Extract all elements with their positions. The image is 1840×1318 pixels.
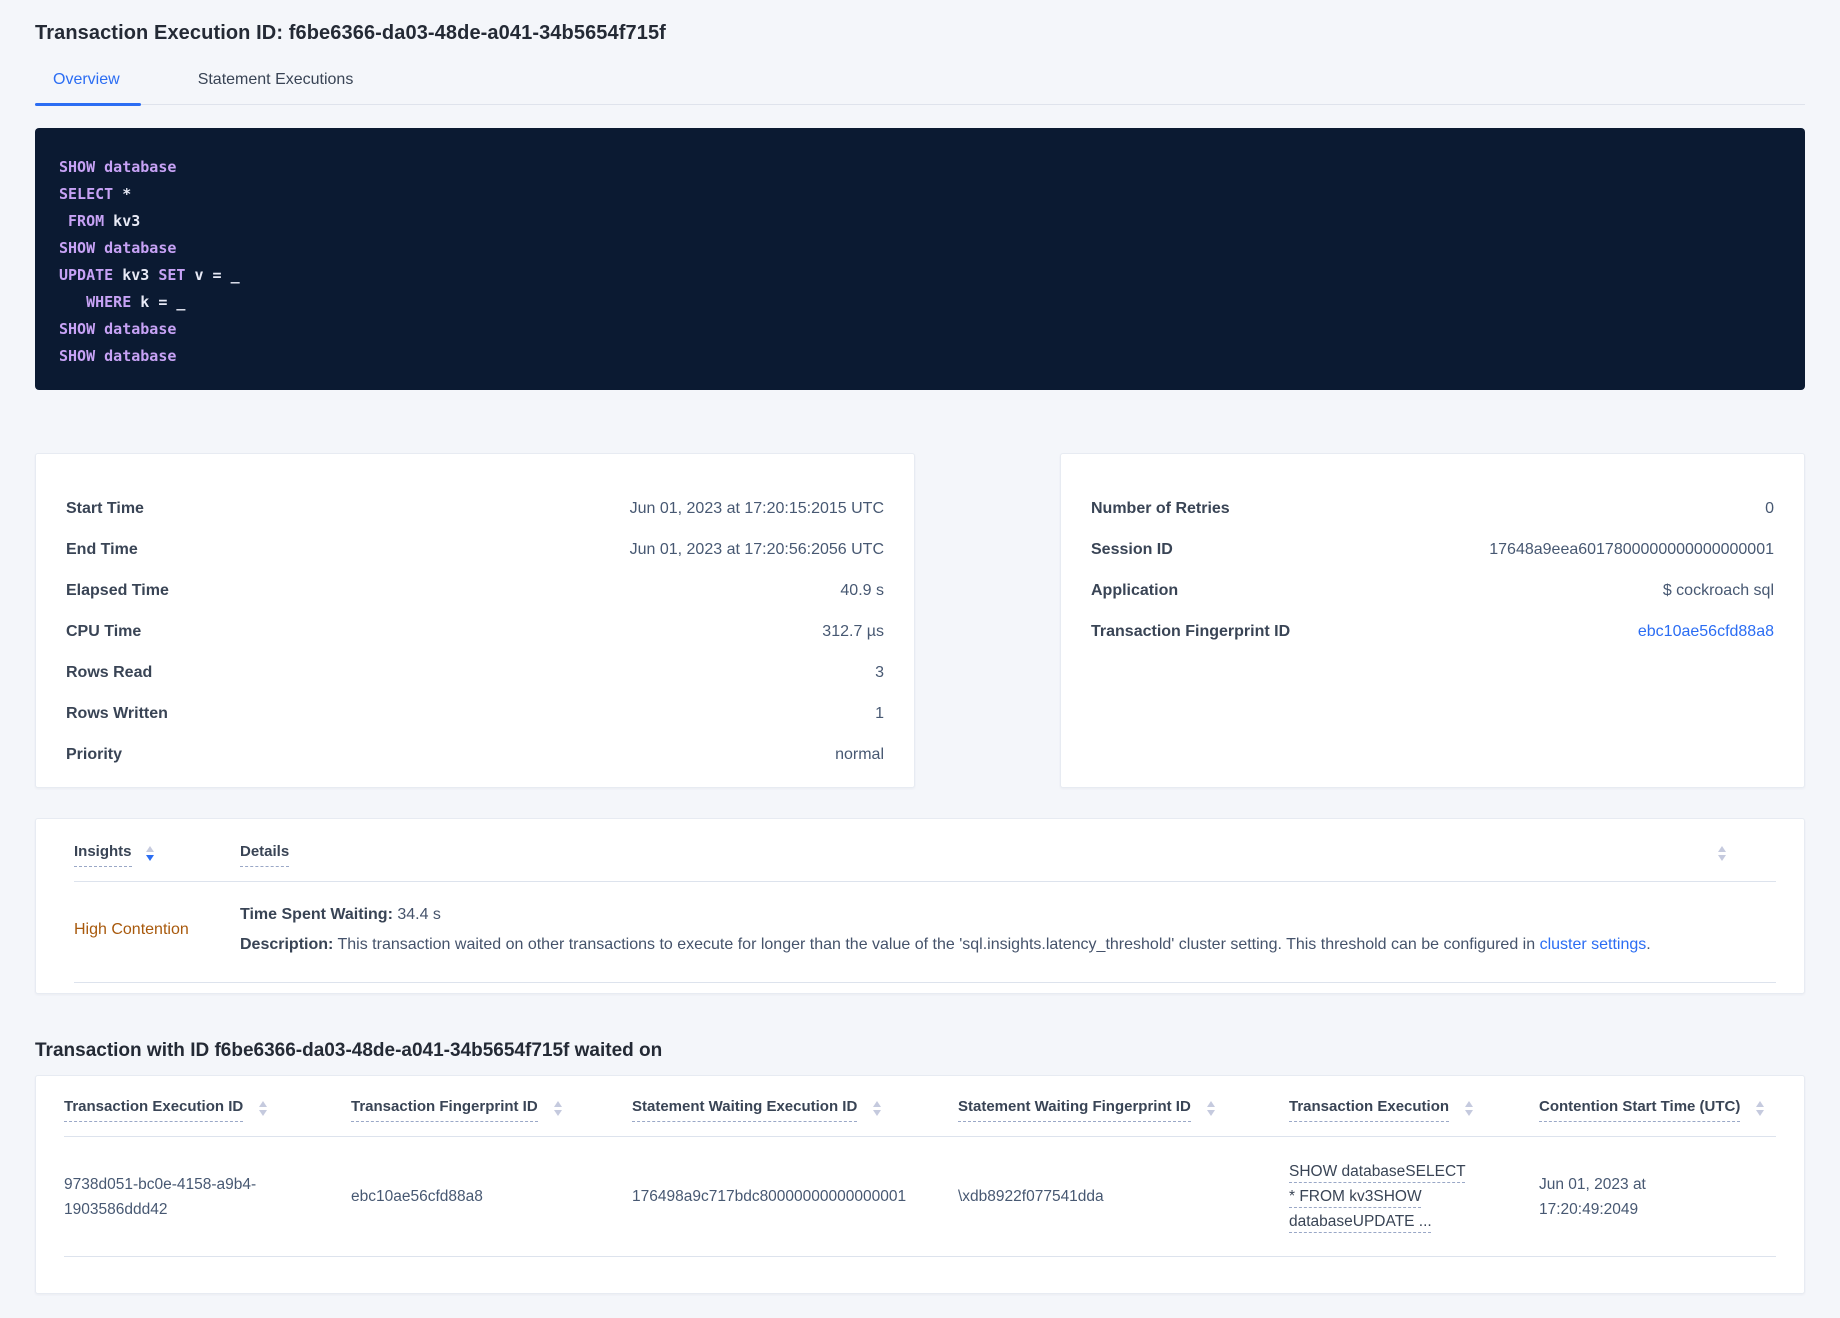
column-header-label[interactable]: Transaction Fingerprint ID <box>351 1098 538 1122</box>
cell-transaction-execution-id: 9738d051-bc0e-4158-a9b4-1903586ddd42 <box>64 1175 257 1218</box>
field-label: Number of Retries <box>1091 500 1230 517</box>
waited-on-table-header: Transaction Execution ID Transaction Fing… <box>64 1098 1776 1137</box>
column-header-label[interactable]: Statement Waiting Execution ID <box>632 1098 858 1122</box>
transaction-details-page: Transaction Execution ID: f6be6366-da03-… <box>0 0 1840 1294</box>
column-header-label[interactable]: Statement Waiting Fingerprint ID <box>958 1098 1191 1122</box>
table-column-header: Statement Waiting Fingerprint ID <box>958 1098 1289 1122</box>
cluster-settings-link[interactable]: cluster settings <box>1540 936 1647 953</box>
column-header-label[interactable]: Transaction Execution <box>1289 1098 1450 1122</box>
field-value: $ cockroach sql <box>1662 582 1774 599</box>
sort-icon[interactable] <box>145 846 154 861</box>
table-column-header: Transaction Fingerprint ID <box>351 1098 632 1122</box>
field-value: Jun 01, 2023 at 17:20:56:2056 UTC <box>629 541 884 558</box>
field-value: 312.7 µs <box>822 623 884 640</box>
summary-row: Session ID 17648a9eea60178000000000000000… <box>1091 537 1774 562</box>
page-title: Transaction Execution ID: f6be6366-da03-… <box>35 22 666 44</box>
summary-row: Start Time Jun 01, 2023 at 17:20:15:2015 … <box>66 496 884 521</box>
summary-row: Transaction Fingerprint ID ebc10ae56cfd88… <box>1091 619 1774 644</box>
table-column-header: Transaction Execution ID <box>64 1098 351 1122</box>
sql-line: UPDATE kv3 SET v = _ <box>59 266 240 284</box>
summary-cards: Start Time Jun 01, 2023 at 17:20:15:2015 … <box>35 453 1805 788</box>
insights-table-header: Insights Details <box>74 843 1776 882</box>
sql-line: SHOW database <box>59 158 177 176</box>
field-value: 40.9 s <box>840 582 884 599</box>
time-spent-waiting-line: Time Spent Waiting: 34.4 s <box>240 902 1776 928</box>
cell-transaction-fingerprint-id: ebc10ae56cfd88a8 <box>351 1188 483 1205</box>
transaction-execution-link[interactable]: SHOW databaseSELECT * FROM kv3SHOW datab… <box>1289 1163 1466 1230</box>
field-label: Application <box>1091 582 1179 599</box>
table-row: 9738d051-bc0e-4158-a9b4-1903586ddd42 ebc… <box>64 1137 1776 1257</box>
description-label: Description: <box>240 936 334 953</box>
table-column-header: Transaction Execution <box>1289 1098 1539 1122</box>
summary-row: End Time Jun 01, 2023 at 17:20:56:2056 UT… <box>66 537 884 562</box>
summary-row: Priority normal <box>66 742 884 767</box>
sort-icon[interactable] <box>1756 1101 1765 1116</box>
field-label: Session ID <box>1091 541 1173 558</box>
field-label: End Time <box>66 541 138 558</box>
sql-line: SHOW database <box>59 347 177 365</box>
field-label: Priority <box>66 746 123 763</box>
field-value: normal <box>835 746 884 763</box>
field-label: Start Time <box>66 500 144 517</box>
details-column-header[interactable]: Details <box>240 843 290 867</box>
waited-on-table-card: Transaction Execution ID Transaction Fing… <box>35 1075 1805 1294</box>
summary-row: CPU Time 312.7 µs <box>66 619 884 644</box>
time-spent-waiting-value: 34.4 s <box>392 906 441 923</box>
sort-icon[interactable] <box>1718 846 1726 861</box>
tab-statement-executions[interactable]: Statement Executions <box>177 71 375 104</box>
table-column-header: Statement Waiting Execution ID <box>632 1098 958 1122</box>
field-value: 17648a9eea6017800000000000000001 <box>1489 541 1774 558</box>
summary-row: Number of Retries 0 <box>1091 496 1774 521</box>
sort-icon[interactable] <box>1206 1101 1215 1116</box>
summary-row: Application $ cockroach sql <box>1091 578 1774 603</box>
sort-icon[interactable] <box>259 1101 268 1116</box>
tab-bar: Overview Statement Executions <box>35 71 1805 106</box>
column-header-label[interactable]: Transaction Execution ID <box>64 1098 244 1122</box>
cell-transaction-execution: SHOW databaseSELECT * FROM kv3SHOW datab… <box>1289 1159 1539 1234</box>
field-value: Jun 01, 2023 at 17:20:15:2015 UTC <box>629 500 884 517</box>
sort-icon[interactable] <box>553 1101 562 1116</box>
session-summary-card: Number of Retries 0 Session ID 17648a9eea60… <box>1060 453 1805 788</box>
field-label: Rows Written <box>66 705 168 722</box>
execution-summary-card: Start Time Jun 01, 2023 at 17:20:15:2015 … <box>35 453 915 788</box>
sql-line: WHERE k = _ <box>86 293 186 311</box>
field-value: 0 <box>1765 500 1774 517</box>
insight-description-line: Description: This transaction waited on … <box>240 932 1776 958</box>
summary-row: Elapsed Time 40.9 s <box>66 578 884 603</box>
field-value: 1 <box>875 705 884 722</box>
field-value: 3 <box>875 664 884 681</box>
column-header-label[interactable]: Contention Start Time (UTC) <box>1539 1098 1741 1122</box>
sql-statements-box: SHOW database SELECT * FROM kv3 SHOW datab… <box>35 128 1805 390</box>
transaction-fingerprint-link[interactable]: ebc10ae56cfd88a8 <box>1638 619 1774 644</box>
time-spent-waiting-label: Time Spent Waiting: <box>240 906 393 923</box>
description-suffix: . <box>1646 936 1651 953</box>
insight-name-badge: High Contention <box>74 921 189 938</box>
sql-line: SHOW database <box>59 320 177 338</box>
summary-row: Rows Written 1 <box>66 701 884 726</box>
insights-table-card: Insights Details High Contention Time Sp… <box>35 818 1805 994</box>
field-label: Rows Read <box>66 664 153 681</box>
sql-line: SHOW database <box>59 239 177 257</box>
sort-icon[interactable] <box>873 1101 882 1116</box>
field-label: Elapsed Time <box>66 582 169 599</box>
description-text: This transaction waited on other transac… <box>333 936 1540 953</box>
sort-icon[interactable] <box>1465 1101 1474 1116</box>
insight-row: High Contention Time Spent Waiting: 34.4… <box>74 882 1776 983</box>
cell-contention-start-time: Jun 01, 2023 at 17:20:49:2049 <box>1539 1175 1646 1218</box>
cell-statement-waiting-execution-id: 176498a9c717bdc80000000000000001 <box>632 1188 907 1205</box>
field-label: CPU Time <box>66 623 142 640</box>
sql-line: FROM kv3 <box>68 212 141 230</box>
tab-overview[interactable]: Overview <box>35 71 141 106</box>
cell-statement-waiting-fingerprint-id: \xdb8922f077541dda <box>958 1188 1104 1205</box>
table-column-header: Contention Start Time (UTC) <box>1539 1098 1776 1122</box>
field-label: Transaction Fingerprint ID <box>1091 623 1291 640</box>
insights-column-header[interactable]: Insights <box>74 843 132 867</box>
waited-on-heading: Transaction with ID f6be6366-da03-48de-a… <box>35 1040 663 1061</box>
summary-row: Rows Read 3 <box>66 660 884 685</box>
sql-line: SELECT * <box>59 185 132 203</box>
